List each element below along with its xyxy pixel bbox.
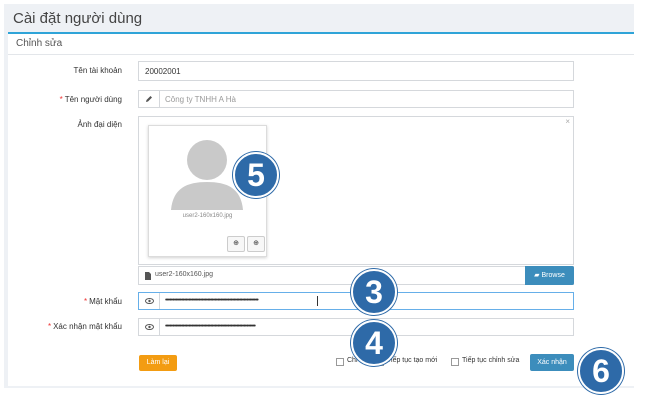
checkbox-continue-edit-label: Tiếp tục chỉnh sửa	[462, 357, 520, 364]
eye-icon[interactable]	[139, 293, 160, 309]
required-mark: *	[83, 297, 88, 306]
callout-marker-6: 6	[578, 348, 624, 394]
checkbox-continue-create-label: Tiếp tục tạo mới	[387, 357, 438, 364]
required-mark: *	[47, 322, 52, 331]
file-name: user2-160x160.jpg	[155, 271, 213, 278]
folder-icon: ▰	[534, 272, 540, 279]
panel-title: Chỉnh sửa	[16, 38, 63, 49]
account-label: Tên tài khoản	[73, 66, 122, 75]
reset-button[interactable]: Làm lại	[139, 355, 177, 371]
avatar-label: Ảnh đại diện	[77, 120, 122, 129]
browse-button[interactable]: ▰ Browse	[525, 266, 574, 285]
account-value: 20002001	[145, 67, 181, 76]
remove-icon[interactable]: ×	[565, 117, 570, 126]
eye-icon[interactable]	[139, 319, 160, 335]
password-label: * Mật khẩu	[83, 297, 122, 306]
callout-marker-4: 4	[351, 320, 397, 366]
confirm-button[interactable]: Xác nhận	[530, 354, 574, 371]
pencil-icon	[139, 91, 160, 107]
view-icon[interactable]: ⊕	[227, 236, 245, 252]
confirm-password-value: ••••••••••••••••••••••••••••••••••••••••…	[165, 323, 256, 330]
username-field[interactable]: Công ty TNHH A Hà	[138, 90, 574, 108]
checkbox-detail[interactable]	[336, 358, 344, 366]
thumb-caption: user2-160x160.jpg	[182, 213, 233, 219]
page-title: Cài đặt người dùng	[13, 10, 143, 27]
avatar-uploader[interactable]: × user2-160x160.jpg ⊕ ⊕	[138, 116, 574, 265]
zoom-icon[interactable]: ⊕	[247, 236, 265, 252]
text-cursor	[317, 296, 318, 306]
checkbox-continue-edit[interactable]	[451, 358, 459, 366]
callout-marker-5: 5	[233, 152, 279, 198]
browse-label: Browse	[541, 272, 565, 279]
username-value: Công ty TNHH A Hà	[165, 95, 236, 104]
password-value: ••••••••••••••••••••••••••••••••••••••••…	[165, 297, 259, 304]
callout-marker-3: 3	[351, 269, 397, 315]
account-field[interactable]: 20002001	[138, 61, 574, 81]
panel-header: Chỉnh sửa	[8, 34, 634, 55]
required-mark: *	[59, 95, 63, 104]
username-label: * Tên người dùng	[59, 95, 122, 104]
confirm-password-label: * Xác nhận mật khẩu	[47, 322, 122, 331]
file-icon	[145, 272, 151, 280]
